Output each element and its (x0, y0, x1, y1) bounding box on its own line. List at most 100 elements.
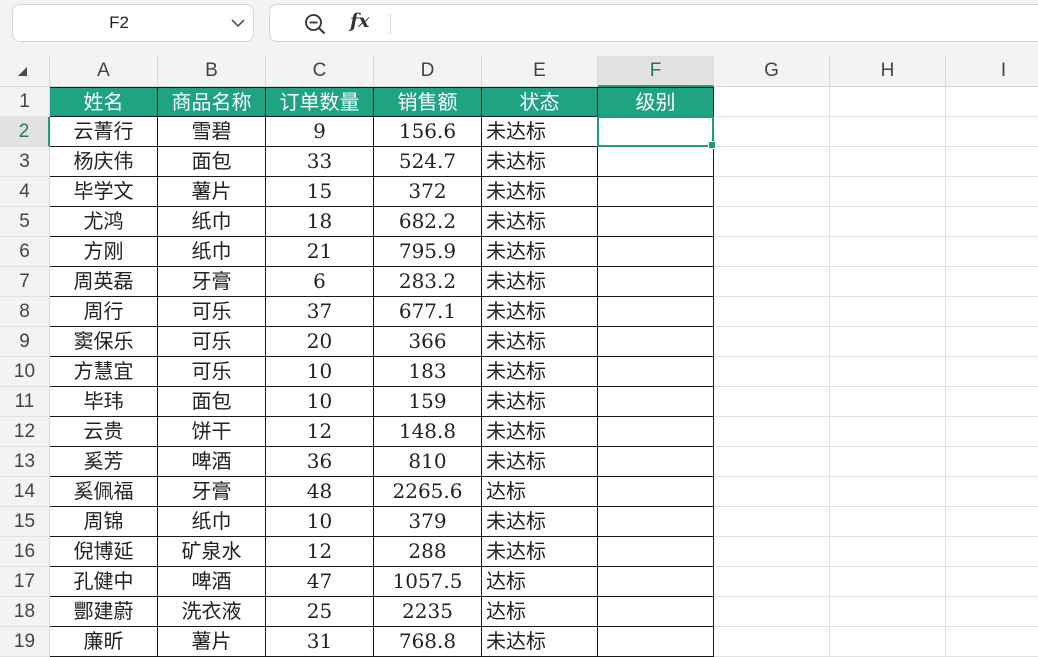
table-cell[interactable]: 183 (374, 357, 482, 387)
row-header-1[interactable]: 1 (0, 87, 50, 117)
empty-cell[interactable] (830, 447, 946, 477)
empty-cell[interactable] (830, 327, 946, 357)
table-cell[interactable]: 10 (266, 357, 374, 387)
empty-cell[interactable] (714, 117, 830, 147)
table-cell[interactable]: 未达标 (482, 417, 598, 447)
table-header-cell[interactable]: 状态 (482, 87, 598, 117)
table-cell[interactable]: 毕玮 (50, 387, 158, 417)
table-cell[interactable]: 47 (266, 567, 374, 597)
empty-cell[interactable] (946, 267, 1038, 297)
table-cell[interactable] (598, 297, 714, 327)
column-header-a[interactable]: A (50, 56, 158, 87)
table-cell[interactable] (598, 147, 714, 177)
table-cell[interactable] (598, 447, 714, 477)
row-header-16[interactable]: 16 (0, 537, 50, 567)
table-cell[interactable]: 啤酒 (158, 567, 266, 597)
table-cell[interactable]: 方刚 (50, 237, 158, 267)
empty-cell[interactable] (830, 597, 946, 627)
table-cell[interactable]: 795.9 (374, 237, 482, 267)
row-header-14[interactable]: 14 (0, 477, 50, 507)
table-cell[interactable]: 薯片 (158, 627, 266, 657)
empty-cell[interactable] (830, 507, 946, 537)
row-header-7[interactable]: 7 (0, 267, 50, 297)
table-cell[interactable]: 窦保乐 (50, 327, 158, 357)
empty-cell[interactable] (714, 477, 830, 507)
table-cell[interactable]: 36 (266, 447, 374, 477)
table-cell[interactable]: 6 (266, 267, 374, 297)
empty-cell[interactable] (714, 537, 830, 567)
table-cell[interactable]: 372 (374, 177, 482, 207)
empty-cell[interactable] (830, 207, 946, 237)
table-cell[interactable] (598, 177, 714, 207)
table-cell[interactable]: 25 (266, 597, 374, 627)
table-cell[interactable]: 牙膏 (158, 267, 266, 297)
table-cell[interactable]: 面包 (158, 387, 266, 417)
row-header-3[interactable]: 3 (0, 147, 50, 177)
table-cell[interactable]: 未达标 (482, 627, 598, 657)
table-cell[interactable] (598, 357, 714, 387)
table-cell[interactable]: 杨庆伟 (50, 147, 158, 177)
empty-cell[interactable] (946, 147, 1038, 177)
empty-cell[interactable] (946, 567, 1038, 597)
empty-cell[interactable] (946, 417, 1038, 447)
table-cell[interactable]: 雪碧 (158, 117, 266, 147)
table-cell[interactable]: 可乐 (158, 327, 266, 357)
table-cell[interactable]: 366 (374, 327, 482, 357)
empty-cell[interactable] (830, 147, 946, 177)
table-cell[interactable]: 云贵 (50, 417, 158, 447)
empty-cell[interactable] (830, 417, 946, 447)
table-header-cell[interactable]: 级别 (598, 87, 714, 117)
column-header-g[interactable]: G (714, 56, 830, 87)
table-header-cell[interactable]: 商品名称 (158, 87, 266, 117)
fx-icon[interactable]: fx (350, 10, 370, 32)
empty-cell[interactable] (946, 87, 1038, 117)
table-cell[interactable]: 524.7 (374, 147, 482, 177)
table-cell[interactable]: 1057.5 (374, 567, 482, 597)
table-header-cell[interactable]: 订单数量 (266, 87, 374, 117)
row-header-2[interactable]: 2 (0, 117, 50, 147)
row-header-13[interactable]: 13 (0, 447, 50, 477)
name-box-value[interactable]: F2 (13, 5, 225, 41)
table-cell[interactable]: 37 (266, 297, 374, 327)
table-cell[interactable]: 孔健中 (50, 567, 158, 597)
table-cell[interactable]: 379 (374, 507, 482, 537)
table-cell[interactable]: 2265.6 (374, 477, 482, 507)
table-cell[interactable]: 682.2 (374, 207, 482, 237)
table-cell[interactable]: 酆建蔚 (50, 597, 158, 627)
table-cell[interactable]: 周行 (50, 297, 158, 327)
table-cell[interactable]: 283.2 (374, 267, 482, 297)
table-cell[interactable]: 156.6 (374, 117, 482, 147)
table-cell[interactable]: 毕学文 (50, 177, 158, 207)
table-cell[interactable]: 159 (374, 387, 482, 417)
empty-cell[interactable] (714, 327, 830, 357)
empty-cell[interactable] (714, 87, 830, 117)
empty-cell[interactable] (830, 357, 946, 387)
empty-cell[interactable] (714, 417, 830, 447)
row-header-10[interactable]: 10 (0, 357, 50, 387)
empty-cell[interactable] (830, 627, 946, 657)
table-cell[interactable] (598, 327, 714, 357)
table-cell[interactable]: 达标 (482, 597, 598, 627)
row-header-6[interactable]: 6 (0, 237, 50, 267)
empty-cell[interactable] (714, 147, 830, 177)
table-cell[interactable]: 饼干 (158, 417, 266, 447)
empty-cell[interactable] (946, 237, 1038, 267)
empty-cell[interactable] (946, 207, 1038, 237)
table-cell[interactable]: 677.1 (374, 297, 482, 327)
row-header-8[interactable]: 8 (0, 297, 50, 327)
row-header-17[interactable]: 17 (0, 567, 50, 597)
empty-cell[interactable] (946, 627, 1038, 657)
table-cell[interactable]: 10 (266, 387, 374, 417)
table-cell[interactable]: 2235 (374, 597, 482, 627)
row-header-4[interactable]: 4 (0, 177, 50, 207)
empty-cell[interactable] (714, 237, 830, 267)
table-cell[interactable]: 未达标 (482, 267, 598, 297)
table-cell[interactable]: 21 (266, 237, 374, 267)
table-cell[interactable] (598, 387, 714, 417)
column-header-c[interactable]: C (266, 56, 374, 87)
table-cell[interactable] (598, 627, 714, 657)
column-header-b[interactable]: B (158, 56, 266, 87)
table-cell[interactable]: 未达标 (482, 537, 598, 567)
table-cell[interactable]: 奚芳 (50, 447, 158, 477)
table-cell[interactable]: 12 (266, 417, 374, 447)
